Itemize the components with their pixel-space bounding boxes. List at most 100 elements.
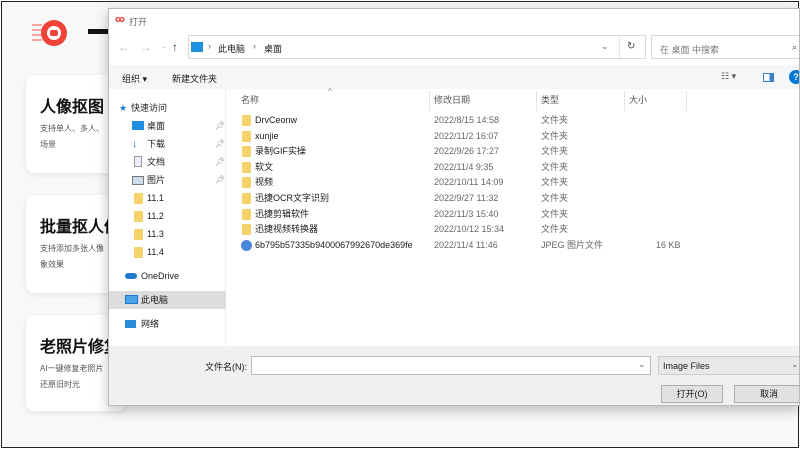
divider xyxy=(619,36,620,58)
network-icon xyxy=(125,320,136,328)
nav-label: 网络 xyxy=(141,319,160,329)
breadcrumb-separator-icon: › xyxy=(208,41,211,51)
file-type-filter-value: Image Files xyxy=(663,361,710,371)
preview-pane-icon[interactable] xyxy=(763,73,774,82)
file-name: 视频 xyxy=(255,177,274,188)
file-row[interactable]: 软文 2022/11/4 9:35 文件夹 xyxy=(109,160,669,175)
sort-ascending-icon: ^ xyxy=(328,87,332,96)
organize-menu-button[interactable]: 组织 ▾ xyxy=(122,72,147,85)
dialog-footer: 文件名(N): ⌄ Image Files ⌄ 打开(O) 取消 xyxy=(109,346,799,405)
forward-arrow-icon[interactable]: → xyxy=(140,40,152,54)
open-button[interactable]: 打开(O) xyxy=(661,385,723,403)
breadcrumb-this-pc[interactable]: 此电脑 xyxy=(218,42,245,55)
jpeg-icon xyxy=(241,239,252,251)
column-header-type[interactable]: 类型 xyxy=(541,93,559,106)
column-divider[interactable] xyxy=(686,91,687,111)
column-divider[interactable] xyxy=(624,91,625,111)
file-name: xunjie xyxy=(255,130,279,141)
file-row[interactable]: 6b795b57335b9400067992670de369fe 2022/11/… xyxy=(109,238,681,253)
file-date: 2022/11/2 16:07 xyxy=(434,130,499,141)
breadcrumb-separator-icon: › xyxy=(253,41,256,51)
search-icon[interactable]: ⌕ xyxy=(792,42,797,53)
file-date: 2022/11/4 9:35 xyxy=(434,161,494,172)
file-date: 2022/11/4 11:46 xyxy=(434,239,498,250)
folder-icon xyxy=(242,161,251,173)
cloud-icon xyxy=(125,273,137,279)
file-row[interactable]: 视频 2022/10/11 14:09 文件夹 xyxy=(109,175,669,190)
search-input[interactable]: 在 桌面 中搜索 ⌕ xyxy=(651,35,799,59)
view-options-icon[interactable]: ☷ ▾ xyxy=(721,71,736,82)
file-name: 软文 xyxy=(255,161,274,172)
toolbar: 组织 ▾ 新建文件夹 ☷ ▾ ? xyxy=(109,65,799,89)
back-arrow-icon[interactable]: ← xyxy=(118,40,130,54)
file-type: 文件夹 xyxy=(541,146,569,157)
app-logo xyxy=(32,20,67,46)
file-row[interactable]: 录制GIF实操 2022/9/26 17:27 文件夹 xyxy=(109,144,669,159)
filename-label: 文件名(N): xyxy=(205,362,247,372)
folder-icon xyxy=(242,208,251,220)
nav-label: 快速访问 xyxy=(131,103,168,113)
folder-icon xyxy=(242,177,251,189)
nav-label: 此电脑 xyxy=(141,295,169,305)
nav-network[interactable]: 网络 xyxy=(109,315,226,333)
column-header-name[interactable]: 名称 xyxy=(241,93,259,106)
up-arrow-icon[interactable]: ↑ xyxy=(172,40,178,54)
nav-this-pc[interactable]: 此电脑 xyxy=(109,291,226,309)
file-name: 迅捷剪辑软件 xyxy=(255,208,310,219)
file-name: DrvCeonw xyxy=(255,115,298,125)
file-name: 迅捷OCR文字识别 xyxy=(255,193,329,203)
file-type: 文件夹 xyxy=(541,177,569,188)
chevron-down-icon: ⌄ xyxy=(791,359,799,369)
file-type: 文件夹 xyxy=(541,193,569,203)
column-header-date[interactable]: 修改日期 xyxy=(434,93,470,106)
file-date: 2022/9/27 11:32 xyxy=(434,193,499,203)
file-row[interactable]: 迅捷视频转换器 2022/10/12 15:34 文件夹 xyxy=(109,222,669,237)
file-size: 16 KB xyxy=(656,239,681,250)
cancel-button[interactable]: 取消 xyxy=(734,385,799,403)
file-name: 6b795b57335b9400067992670de369fe xyxy=(255,239,413,250)
file-name: 迅捷视频转换器 xyxy=(255,224,319,235)
nav-onedrive[interactable]: OneDrive xyxy=(109,267,226,285)
app-small-logo-icon: ꝏ xyxy=(115,14,125,24)
file-type: 文件夹 xyxy=(541,208,569,219)
file-type-filter-select[interactable]: Image Files ⌄ xyxy=(658,356,799,375)
search-placeholder: 在 桌面 中搜索 xyxy=(660,45,720,55)
help-icon[interactable]: ? xyxy=(789,70,799,84)
filename-history-chevron-icon[interactable]: ⌄ xyxy=(638,359,646,370)
dialog-title-bar: ꝏ 打开 xyxy=(109,9,799,31)
file-date: 2022/9/26 17:27 xyxy=(434,146,500,157)
file-date: 2022/11/3 15:40 xyxy=(434,208,499,219)
nav-label: OneDrive xyxy=(141,271,180,281)
dialog-title: 打开 xyxy=(129,17,148,27)
folder-icon xyxy=(242,224,251,236)
file-type: 文件夹 xyxy=(541,224,569,235)
file-type: 文件夹 xyxy=(541,115,569,125)
file-row[interactable]: xunjie 2022/11/2 16:07 文件夹 xyxy=(109,129,669,144)
address-history-chevron-icon[interactable]: ⌄ xyxy=(601,41,609,52)
folder-icon xyxy=(242,115,251,126)
file-row[interactable]: DrvCeonw 2022/8/15 14:58 文件夹 xyxy=(109,113,669,128)
file-row[interactable]: 迅捷剪辑软件 2022/11/3 15:40 文件夹 xyxy=(109,207,669,222)
file-type: JPEG 图片文件 xyxy=(541,239,604,250)
filename-input[interactable]: ⌄ xyxy=(251,356,651,375)
file-row[interactable]: 迅捷OCR文字识别 2022/9/27 11:32 文件夹 xyxy=(109,191,669,206)
computer-icon xyxy=(125,295,138,304)
folder-icon xyxy=(242,130,251,142)
file-type: 文件夹 xyxy=(541,161,569,172)
card-title: 人像抠图 xyxy=(40,99,105,116)
file-name: 录制GIF实操 xyxy=(255,146,306,157)
recent-locations-chevron-icon[interactable]: ⌄ xyxy=(161,42,167,50)
open-file-dialog: ꝏ 打开 ← → ⌄ ↑ › 此电脑 › 桌面 ⌄ ↻ 在 桌面 中搜索 ⌕ 组… xyxy=(108,8,800,406)
address-bar[interactable]: › 此电脑 › 桌面 ⌄ ↻ xyxy=(188,35,646,59)
column-divider[interactable] xyxy=(536,91,537,111)
file-type: 文件夹 xyxy=(541,130,569,141)
refresh-icon[interactable]: ↻ xyxy=(627,41,635,52)
new-folder-button[interactable]: 新建文件夹 xyxy=(172,72,217,85)
column-divider[interactable] xyxy=(429,91,430,111)
column-header-size[interactable]: 大小 xyxy=(629,93,647,106)
computer-icon xyxy=(191,42,203,52)
breadcrumb-desktop[interactable]: 桌面 xyxy=(264,42,282,55)
folder-icon xyxy=(242,193,251,204)
folder-icon xyxy=(242,146,251,158)
file-date: 2022/10/11 14:09 xyxy=(434,177,504,188)
